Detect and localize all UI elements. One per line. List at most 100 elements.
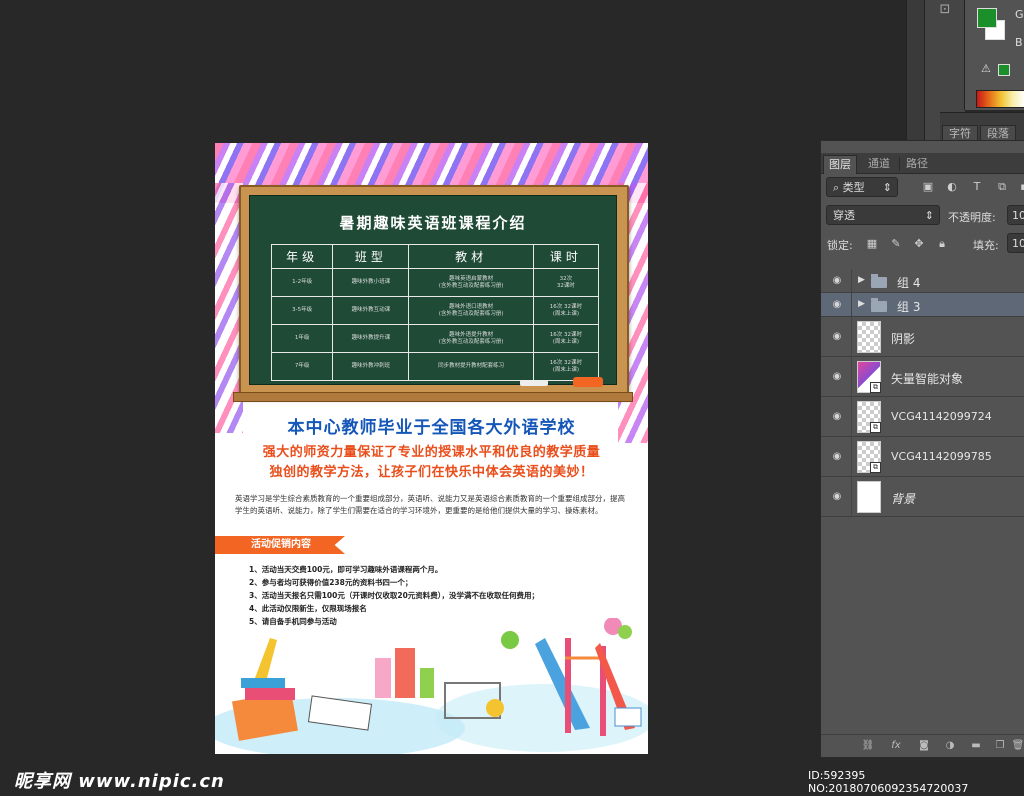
- column-divider: [851, 477, 852, 516]
- eye-icon[interactable]: ◉: [829, 370, 845, 384]
- subheadline-2: 独创的教学方法，让孩子们在快乐中体会英语的美妙！: [269, 465, 594, 480]
- table-cell: 趣味外教提升课: [332, 324, 410, 353]
- layer-row-shadow[interactable]: ◉ 阴影: [821, 317, 1024, 357]
- fill-input[interactable]: 10: [1007, 233, 1024, 253]
- intro-paragraph: 英语学习是学生综合素质教育的一个重要组成部分，英语听、说能力又是英语综合素质教育…: [235, 494, 625, 515]
- table-header-cell: 课时: [532, 244, 600, 269]
- tab-layers[interactable]: 图层: [823, 155, 857, 174]
- eye-icon[interactable]: ◉: [829, 410, 845, 424]
- blend-mode-value: 穿透: [833, 209, 855, 222]
- expand-triangle-icon[interactable]: ▶: [858, 299, 865, 309]
- layer-name: 组 4: [897, 276, 921, 290]
- eye-icon[interactable]: ◉: [829, 330, 845, 344]
- new-group-icon[interactable]: ▬: [969, 739, 983, 753]
- chevron-updown-icon: ⇕: [882, 181, 892, 194]
- tab-paths[interactable]: 路径: [901, 155, 933, 173]
- chalk-stick: [520, 380, 548, 386]
- history-icon[interactable]: ⊡: [937, 2, 953, 18]
- table-row: 7年级 趣味外教冲刺班 同步教材提升教材配套练习 16次 32课时 (周末上课): [270, 352, 600, 381]
- adjustment-layer-icon[interactable]: ◑: [943, 739, 957, 753]
- lock-position-icon[interactable]: ✥: [912, 237, 926, 251]
- board-eraser: [573, 377, 603, 387]
- layer-row-group-4[interactable]: ◉ ▶ 组 4: [821, 269, 1024, 293]
- column-divider: [851, 317, 852, 356]
- course-table: 年级 班型 教材 课时 1-2年级 趣味外教小班课 趣味英语启蒙教材 (含外教互动及配套练…: [270, 244, 600, 381]
- promo-item: 3、活动当天报名只需100元（开课时仅收取20元资料费），没学满不在收取任何费用…: [249, 591, 540, 600]
- search-icon: ⌕: [833, 181, 840, 194]
- shape-filter-icon[interactable]: ⧉: [995, 180, 1009, 194]
- gamut-warning-icon: ⚠: [981, 62, 991, 75]
- layer-name: VCG41142099724: [891, 410, 992, 423]
- tab-separator: [899, 157, 900, 171]
- layer-name: 组 3: [897, 300, 921, 314]
- table-body: 1-2年级 趣味外教小班课 趣味英语启蒙教材 (含外教互动及配套练习册) 32次 32…: [270, 268, 600, 381]
- pixel-filter-icon[interactable]: ▣: [921, 180, 935, 194]
- layer-row-vcg-724[interactable]: ◉ ⧉ VCG41142099724: [821, 397, 1024, 437]
- layer-row-group-3[interactable]: ◉ ▶ 组 3: [821, 293, 1024, 317]
- layer-thumbnail: [857, 321, 881, 353]
- chalkboard-frame: 暑期趣味英语班课程介绍 年级 班型 教材 课时 1-2年级 趣味外教小班课 趣味英语启蒙教…: [239, 185, 629, 397]
- layer-name: 阴影: [891, 332, 916, 346]
- layer-filter-select[interactable]: ⌕ 类型 ⇕: [826, 177, 898, 197]
- folder-icon: [871, 274, 887, 288]
- channel-label-b: B: [1015, 36, 1023, 49]
- layer-thumbnail: ⧉: [857, 401, 881, 433]
- opacity-label: 不透明度:: [948, 211, 996, 224]
- table-cell: 1年级: [270, 324, 334, 353]
- color-spectrum[interactable]: [976, 90, 1024, 108]
- layer-name: 矢量智能对象: [891, 372, 964, 386]
- lock-all-icon[interactable]: 🔒︎: [935, 237, 949, 251]
- board-title: 暑期趣味英语班课程介绍: [339, 214, 527, 232]
- delete-layer-icon[interactable]: 🗑︎: [1011, 739, 1024, 753]
- table-row: 3-5年级 趣味外教互动课 趣味外语口语教材 (含外教互动及配套练习册) 16次 32…: [270, 296, 600, 325]
- column-divider: [851, 437, 852, 476]
- panel-collapse-bar[interactable]: [906, 0, 925, 140]
- promo-item: 1、活动当天交费100元，即可学习趣味外语课程两个月。: [249, 565, 443, 574]
- lock-label: 锁定:: [827, 239, 853, 252]
- adjustment-filter-icon[interactable]: ◐: [945, 180, 959, 194]
- promo-item: 2、参与者均可获得价值238元的资料书四一个；: [249, 578, 413, 587]
- table-cell: 16次 32课时 (周末上课): [532, 324, 600, 353]
- eye-icon[interactable]: ◉: [829, 450, 845, 464]
- table-header-cell: 年级: [270, 244, 334, 269]
- add-mask-icon[interactable]: ◙: [917, 739, 931, 753]
- document-canvas[interactable]: 暑期趣味英语班课程介绍 年级 班型 教材 课时 1-2年级 趣味外教小班课 趣味英语启蒙教…: [215, 143, 648, 754]
- table-row: 1年级 趣味外教提升课 趣味外语提升教材 (含外教互动及配套练习册) 16次 32课时…: [270, 324, 600, 353]
- layer-filter-label: 类型: [842, 181, 865, 194]
- headline: 本中心教师毕业于全国各大外语学校: [287, 418, 576, 438]
- channel-label-g: G: [1015, 8, 1024, 21]
- table-cell: 1-2年级: [270, 268, 334, 297]
- table-header-cell: 教材: [408, 244, 534, 269]
- layer-style-icon[interactable]: fx: [889, 739, 903, 753]
- promo-tag: 活动促销内容: [215, 536, 345, 554]
- chalkboard-ledge: [233, 392, 633, 402]
- table-cell: 3-5年级: [270, 296, 334, 325]
- expand-triangle-icon[interactable]: ▶: [858, 275, 865, 285]
- type-filter-icon[interactable]: T: [970, 180, 984, 194]
- layer-thumbnail: ⧉: [857, 441, 881, 473]
- layer-row-vcg-785[interactable]: ◉ ⧉ VCG41142099785: [821, 437, 1024, 477]
- eye-icon[interactable]: ◉: [829, 274, 845, 288]
- lock-image-icon[interactable]: ✎: [889, 237, 903, 251]
- link-layers-icon[interactable]: ⛓: [861, 739, 875, 753]
- layer-thumbnail: ⧉: [857, 361, 881, 393]
- layer-name: 背景: [891, 492, 916, 506]
- foreground-color-swatch[interactable]: [977, 8, 997, 28]
- lock-transparent-icon[interactable]: ▦: [865, 237, 879, 251]
- layer-row-background[interactable]: ◉ 背景: [821, 477, 1024, 517]
- watermark-logo: 昵享网 www.nipic.cn: [14, 771, 225, 792]
- eye-icon[interactable]: ◉: [829, 298, 845, 312]
- smart-object-badge-icon: ⧉: [870, 422, 881, 433]
- opacity-input[interactable]: 10: [1007, 205, 1024, 225]
- new-layer-icon[interactable]: ❐: [993, 739, 1007, 753]
- smart-object-filter-icon[interactable]: ▪: [1017, 180, 1024, 194]
- tab-channels[interactable]: 通道: [863, 155, 895, 173]
- chevron-updown-icon: ⇕: [924, 209, 934, 222]
- column-divider: [851, 293, 852, 316]
- blend-mode-select[interactable]: 穿透 ⇕: [826, 205, 940, 225]
- websafe-color-swatch[interactable]: [998, 64, 1010, 76]
- layer-row-smart-object[interactable]: ◉ ⧉ 矢量智能对象: [821, 357, 1024, 397]
- eye-icon[interactable]: ◉: [829, 490, 845, 504]
- table-cell: 趣味外教小班课: [332, 268, 410, 297]
- promo-item: 4、此活动仅限新生，仅限现场报名: [249, 604, 367, 613]
